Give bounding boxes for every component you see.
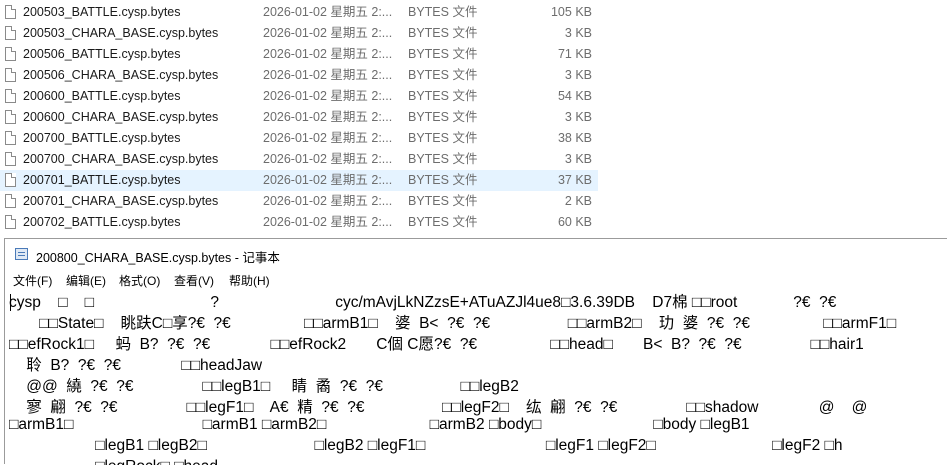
notepad-icon	[15, 248, 28, 260]
text-line: 寥 翩 ?€ ?€ □□legF1□ A€ 精 ?€ ?€ □□legF2□ 纮…	[9, 399, 868, 416]
file-icon	[5, 152, 16, 166]
file-size: 2 KB	[564, 194, 592, 208]
menu-view[interactable]: 查看(V)	[174, 272, 214, 289]
file-name: 200600_CHARA_BASE.cysp.bytes	[23, 110, 219, 124]
file-size: 38 KB	[557, 131, 592, 145]
file-size: 3 KB	[564, 152, 592, 166]
file-type: BYTES 文件	[408, 110, 478, 124]
text-editor[interactable]: cysp □ □ ? cyc/mAvjLkNZzsE+ATuAZJl4ue8□3…	[5, 290, 947, 465]
file-icon	[5, 215, 16, 229]
text-line: □□State□ 眺趺C□享?€ ?€ □□armB1□ 婆 B< ?€ ?€ …	[9, 315, 897, 332]
file-row[interactable]: 200700_CHARA_BASE.cysp.bytes 2026-01-02 星…	[0, 149, 598, 170]
menu-file[interactable]: 文件(F)	[13, 272, 52, 289]
file-type: BYTES 文件	[408, 5, 478, 19]
file-date: 2026-01-02 星期五 2:...	[263, 68, 393, 82]
file-type: BYTES 文件	[408, 68, 478, 82]
file-type: BYTES 文件	[408, 215, 478, 229]
file-row[interactable]: 200600_CHARA_BASE.cysp.bytes 2026-01-02 星…	[0, 107, 598, 128]
file-date: 2026-01-02 星期五 2:...	[263, 215, 393, 229]
text-line: @@ 繞 ?€ ?€ □□legB1□ 睛 矞 ?€ ?€ □□legB2	[9, 378, 519, 395]
file-icon	[5, 194, 16, 208]
file-row[interactable]: 200506_CHARA_BASE.cysp.bytes 2026-01-02 星…	[0, 65, 598, 86]
file-icon	[5, 110, 16, 124]
menu-format[interactable]: 格式(O)	[119, 272, 160, 289]
file-type: BYTES 文件	[408, 89, 478, 103]
file-date: 2026-01-02 星期五 2:...	[263, 110, 393, 124]
file-row[interactable]: 200700_BATTLE.cysp.bytes 2026-01-02 星期五 2…	[0, 128, 598, 149]
notepad-titlebar[interactable]: 200800_CHARA_BASE.cysp.bytes - 记事本	[5, 239, 947, 269]
text-line: □□efRock1□ 蚂 B? ?€ ?€ □□efRock2 C個 C愿?€ …	[9, 336, 864, 353]
file-row[interactable]: 200600_BATTLE.cysp.bytes 2026-01-02 星期五 2…	[0, 86, 598, 107]
menu-edit[interactable]: 编辑(E)	[66, 272, 106, 289]
file-icon	[5, 68, 16, 82]
file-row[interactable]: 200701_BATTLE.cysp.bytes 2026-01-02 星期五 2…	[0, 170, 598, 191]
file-date: 2026-01-02 星期五 2:...	[263, 194, 393, 208]
file-date: 2026-01-02 星期五 2:...	[263, 89, 393, 103]
file-size: 105 KB	[550, 5, 592, 19]
file-type: BYTES 文件	[408, 173, 478, 187]
file-size: 3 KB	[564, 26, 592, 40]
file-name: 200506_BATTLE.cysp.bytes	[23, 47, 181, 61]
file-size: 60 KB	[557, 215, 592, 229]
file-icon	[5, 47, 16, 61]
file-type: BYTES 文件	[408, 152, 478, 166]
file-size: 3 KB	[564, 110, 592, 124]
text-line: 聆 B? ?€ ?€ □□headJaw	[9, 357, 263, 374]
text-line: □armB1□ □armB1 □armB2□ □armB2 □body□ □bo…	[9, 416, 750, 433]
text-line: cysp □ □ ? cyc/mAvjLkNZzsE+ATuAZJl4ue8□3…	[9, 294, 837, 311]
file-name: 200700_BATTLE.cysp.bytes	[23, 131, 181, 145]
window-title: 200800_CHARA_BASE.cysp.bytes - 记事本	[36, 251, 280, 265]
menu-bar: 文件(F) 编辑(E) 格式(O) 查看(V) 帮助(H)	[5, 269, 947, 290]
file-date: 2026-01-02 星期五 2:...	[263, 47, 393, 61]
file-name: 200701_CHARA_BASE.cysp.bytes	[23, 194, 219, 208]
file-row[interactable]: 200506_BATTLE.cysp.bytes 2026-01-02 星期五 2…	[0, 44, 598, 65]
file-name: 200503_CHARA_BASE.cysp.bytes	[23, 26, 219, 40]
file-row[interactable]: 200701_CHARA_BASE.cysp.bytes 2026-01-02 星…	[0, 191, 598, 212]
file-list: 200503_BATTLE.cysp.bytes 2026-01-02 星期五 2…	[0, 0, 947, 237]
notepad-window: 200800_CHARA_BASE.cysp.bytes - 记事本 文件(F)…	[4, 238, 947, 465]
file-size: 71 KB	[557, 47, 592, 61]
file-name: 200600_BATTLE.cysp.bytes	[23, 89, 181, 103]
file-size: 3 KB	[564, 68, 592, 82]
file-icon	[5, 5, 16, 19]
file-icon	[5, 131, 16, 145]
text-line: □legB1 □legB2□ □legB2 □legF1□ □legF1 □le…	[9, 437, 843, 454]
file-row[interactable]: 200503_CHARA_BASE.cysp.bytes 2026-01-02 星…	[0, 23, 598, 44]
file-date: 2026-01-02 星期五 2:...	[263, 26, 393, 40]
file-type: BYTES 文件	[408, 26, 478, 40]
file-type: BYTES 文件	[408, 131, 478, 145]
file-icon	[5, 89, 16, 103]
file-name: 200700_CHARA_BASE.cysp.bytes	[23, 152, 219, 166]
file-row[interactable]: 200503_BATTLE.cysp.bytes 2026-01-02 星期五 2…	[0, 2, 598, 23]
file-type: BYTES 文件	[408, 47, 478, 61]
file-name: 200506_CHARA_BASE.cysp.bytes	[23, 68, 219, 82]
file-date: 2026-01-02 星期五 2:...	[263, 131, 393, 145]
file-date: 2026-01-02 星期五 2:...	[263, 152, 393, 166]
file-size: 37 KB	[557, 173, 592, 187]
file-name: 200702_BATTLE.cysp.bytes	[23, 215, 181, 229]
file-type: BYTES 文件	[408, 194, 478, 208]
file-name: 200701_BATTLE.cysp.bytes	[23, 173, 181, 187]
file-date: 2026-01-02 星期五 2:...	[263, 5, 393, 19]
file-icon	[5, 26, 16, 40]
file-size: 54 KB	[557, 89, 592, 103]
file-row[interactable]: 200702_BATTLE.cysp.bytes 2026-01-02 星期五 2…	[0, 212, 598, 233]
file-icon	[5, 173, 16, 187]
file-name: 200503_BATTLE.cysp.bytes	[23, 5, 181, 19]
file-date: 2026-01-02 星期五 2:...	[263, 173, 393, 187]
menu-help[interactable]: 帮助(H)	[229, 272, 270, 289]
